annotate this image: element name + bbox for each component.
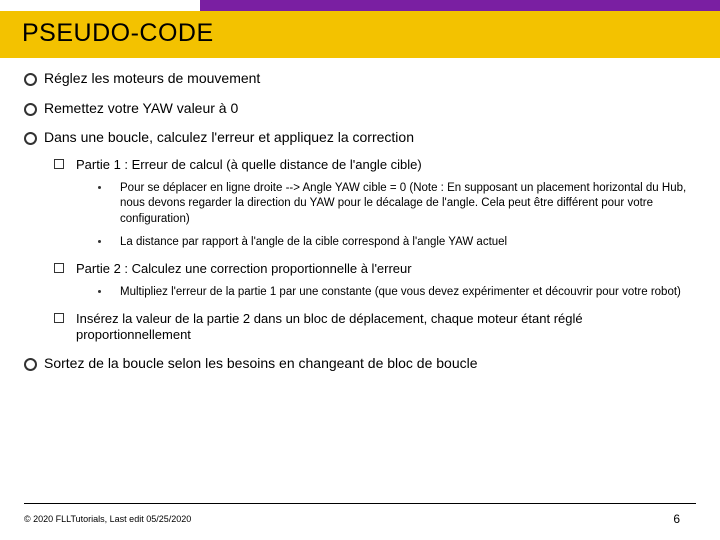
slide: PSEUDO-CODE Réglez les moteurs de mouvem… [0,0,720,540]
list-item: Partie 1 : Erreur de calcul (à quelle di… [52,157,696,251]
list-item-text: Partie 2 : Calculez une correction propo… [76,261,412,276]
bullet-list-level2: Partie 1 : Erreur de calcul (à quelle di… [44,157,696,344]
top-accent-white [0,0,200,11]
bullet-list-level3: Multipliez l'erreur de la partie 1 par u… [76,285,696,301]
list-item-text: Partie 1 : Erreur de calcul (à quelle di… [76,157,422,172]
title-band: PSEUDO-CODE [0,11,720,58]
list-item: La distance par rapport à l'angle de la … [92,235,696,251]
slide-title: PSEUDO-CODE [22,19,698,48]
list-item: Pour se déplacer en ligne droite --> Ang… [92,181,696,228]
list-item-text: Dans une boucle, calculez l'erreur et ap… [44,129,414,145]
list-item: Sortez de la boucle selon les besoins en… [24,355,696,373]
footer-rule [24,503,696,504]
footer-row: © 2020 FLLTutorials, Last edit 05/25/202… [24,512,696,526]
list-item: Dans une boucle, calculez l'erreur et ap… [24,129,696,343]
bullet-list-level1: Réglez les moteurs de mouvement Remettez… [24,70,696,373]
top-accent-purple [200,0,720,11]
list-item: Réglez les moteurs de mouvement [24,70,696,88]
list-item: Partie 2 : Calculez une correction propo… [52,261,696,301]
list-item: Multipliez l'erreur de la partie 1 par u… [92,285,696,301]
copyright-text: © 2020 FLLTutorials, Last edit 05/25/202… [24,514,191,524]
list-item: Insérez la valeur de la partie 2 dans un… [52,311,696,344]
bullet-list-level3: Pour se déplacer en ligne droite --> Ang… [76,181,696,251]
page-number: 6 [673,512,680,526]
footer: © 2020 FLLTutorials, Last edit 05/25/202… [24,503,696,526]
top-accent-bar [0,0,720,11]
content-area: Réglez les moteurs de mouvement Remettez… [0,58,720,373]
list-item: Remettez votre YAW valeur à 0 [24,100,696,118]
